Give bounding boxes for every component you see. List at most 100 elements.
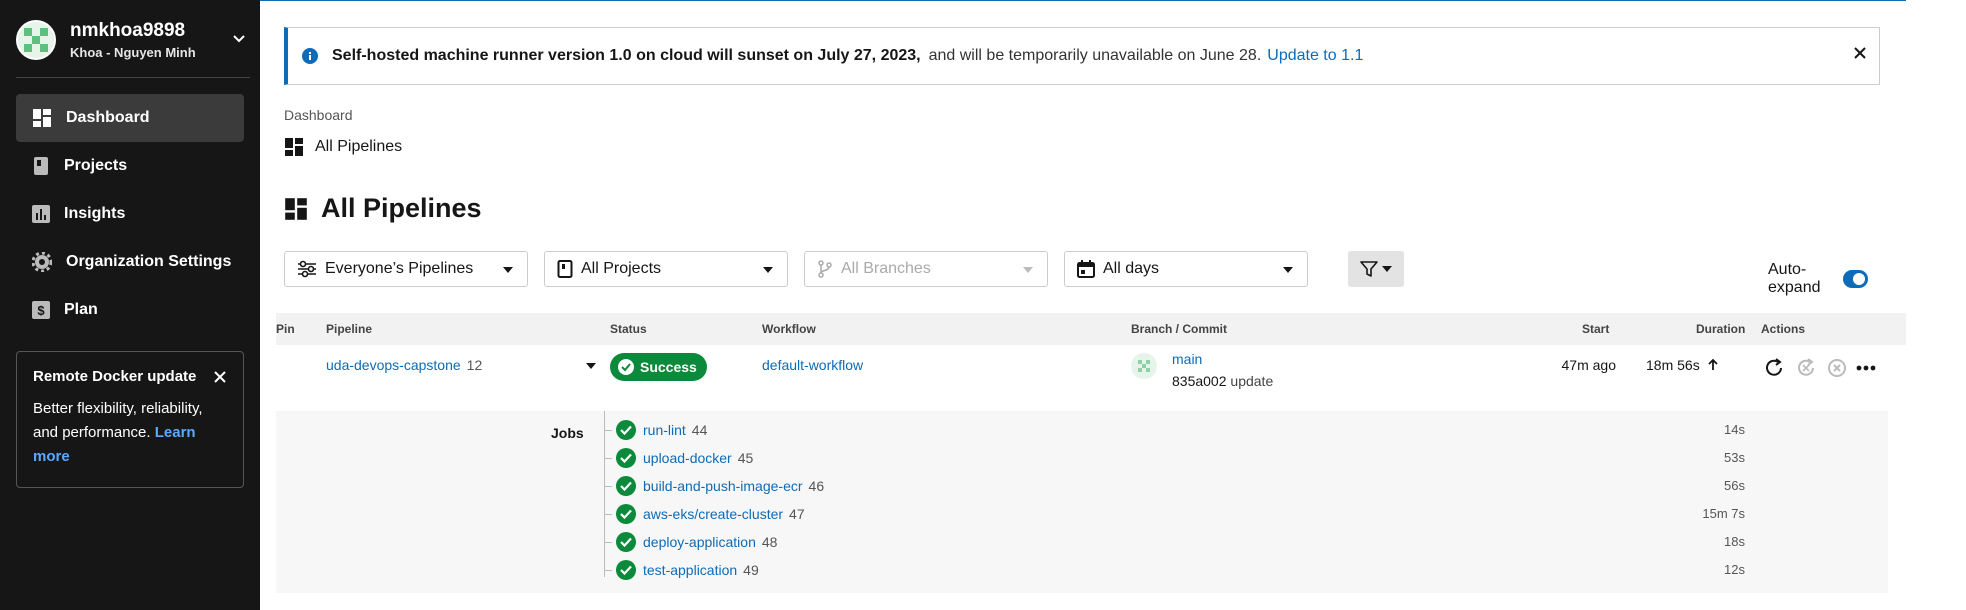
info-banner: Self-hosted machine runner version 1.0 o… <box>284 27 1880 85</box>
sidebar-item-label: Projects <box>64 157 128 174</box>
pipeline-number: 12 <box>466 357 483 373</box>
user-switcher[interactable]: nmkhoa9898 Khoa - Nguyen Minh <box>16 18 246 62</box>
job-link[interactable]: deploy-application <box>643 534 756 550</box>
bar-chart-icon <box>32 205 50 223</box>
caret-down-icon <box>503 267 513 273</box>
funnel-icon <box>1360 261 1378 277</box>
check-circle-icon <box>618 359 634 375</box>
dashboard-icon <box>285 138 303 156</box>
projects-select[interactable]: All Projects <box>544 251 788 287</box>
caret-down-icon <box>1023 267 1033 273</box>
book-icon <box>34 157 48 175</box>
col-workflow: Workflow <box>762 322 816 336</box>
job-duration: 12s <box>1724 562 1745 577</box>
check-circle-icon <box>616 476 636 496</box>
dollar-icon: $ <box>32 301 50 319</box>
col-branch-commit: Branch / Commit <box>1131 322 1228 336</box>
check-circle-icon <box>616 420 636 440</box>
job-link[interactable]: aws-eks/create-cluster <box>643 506 783 522</box>
days-select[interactable]: All days <box>1064 251 1308 287</box>
col-actions: Actions <box>1761 322 1806 336</box>
sidebar-item-label: Dashboard <box>66 109 150 126</box>
col-status: Status <box>610 322 647 336</box>
close-icon[interactable] <box>213 370 227 384</box>
pipeline-cell: uda-devops-capstone 12 <box>326 357 482 373</box>
breadcrumb-current: All Pipelines <box>284 137 402 157</box>
job-link[interactable]: run-lint <box>643 422 686 438</box>
job-number: 48 <box>761 534 778 550</box>
duration-cell: 18m 56s <box>1646 357 1718 373</box>
more-actions-icon[interactable] <box>1856 365 1876 371</box>
sidebar-item-dashboard[interactable]: Dashboard <box>16 94 244 142</box>
sidebar-item-insights[interactable]: Insights <box>16 190 244 238</box>
job-item: aws-eks/create-cluster 47 <box>604 503 805 525</box>
job-duration: 53s <box>1724 450 1745 465</box>
caret-down-icon <box>1382 266 1392 272</box>
check-circle-icon <box>616 532 636 552</box>
breadcrumb-parent[interactable]: Dashboard <box>284 107 353 123</box>
breadcrumb-current-label: All Pipelines <box>315 138 403 155</box>
job-number: 47 <box>789 506 805 522</box>
pipelines-select[interactable]: Everyone’s Pipelines <box>284 251 528 287</box>
job-link[interactable]: test-application <box>643 562 737 578</box>
commit-info: 835a002 update <box>1172 373 1273 389</box>
sidebar-item-plan[interactable]: $ Plan <box>16 286 244 334</box>
job-number: 49 <box>743 562 759 578</box>
dashboard-icon <box>33 109 51 127</box>
job-item: run-lint 44 <box>603 419 708 441</box>
pipeline-row: uda-devops-capstone 12 Success default-wo… <box>276 345 1906 399</box>
auto-expand-toggle[interactable] <box>1843 270 1869 288</box>
col-duration: Duration <box>1696 322 1746 336</box>
workflow-link[interactable]: default-workflow <box>762 357 863 373</box>
auto-expand: Auto-expand <box>1768 261 1869 297</box>
caret-down-icon <box>1283 267 1293 273</box>
user-full-name: Khoa - Nguyen Minh <box>70 45 196 60</box>
branches-select[interactable]: All Branches <box>804 251 1048 287</box>
sidebar-divider <box>16 77 250 78</box>
job-item: deploy-application 48 <box>603 531 778 553</box>
rerun-failed-icon[interactable] <box>1795 357 1817 379</box>
col-pipeline: Pipeline <box>326 322 373 336</box>
check-circle-icon <box>616 560 636 580</box>
sidebar-item-label: Organization Settings <box>66 253 232 270</box>
expand-caret-icon[interactable] <box>586 363 596 369</box>
pipeline-link[interactable]: uda-devops-capstone <box>326 357 461 373</box>
calendar-icon <box>1077 260 1095 278</box>
commit-hash[interactable]: 835a002 <box>1172 373 1227 389</box>
sidebar-item-organization-settings[interactable]: Organization Settings <box>16 238 244 286</box>
chevron-down-icon[interactable] <box>232 32 246 51</box>
job-duration: 14s <box>1724 422 1745 437</box>
commit-message: update <box>1230 373 1274 389</box>
status-badge[interactable]: Success <box>610 353 707 381</box>
job-link[interactable]: build-and-push-image-ecr <box>643 478 803 494</box>
main-content: Self-hosted machine runner version 1.0 o… <box>260 0 1906 610</box>
rerun-icon[interactable] <box>1763 357 1785 379</box>
duration-text: 18m 56s <box>1646 357 1700 373</box>
cancel-icon[interactable] <box>1827 358 1847 378</box>
close-icon[interactable] <box>1853 46 1867 60</box>
job-number: 46 <box>808 478 825 494</box>
status-text: Success <box>640 359 697 375</box>
gear-icon <box>32 252 52 272</box>
job-link[interactable]: upload-docker <box>643 450 732 466</box>
job-duration: 18s <box>1724 534 1745 549</box>
jobs-label: Jobs <box>551 425 584 441</box>
user-name: nmkhoa9898 <box>70 20 186 41</box>
info-icon <box>302 48 318 64</box>
days-select-value: All days <box>1103 260 1160 277</box>
sidebar-item-projects[interactable]: Projects <box>16 142 244 190</box>
auto-expand-label: Auto-expand <box>1768 261 1821 296</box>
jobs-tree-line <box>604 411 605 577</box>
remote-docker-promo: Remote Docker update Better flexibility,… <box>16 351 244 488</box>
job-duration: 56s <box>1724 478 1745 493</box>
page-title-text: All Pipelines <box>321 193 482 223</box>
advanced-filter-button[interactable] <box>1348 251 1404 287</box>
page-title: All Pipelines <box>284 193 482 224</box>
update-link[interactable]: Update to 1.1 <box>1267 47 1363 65</box>
pipelines-select-value: Everyone’s Pipelines <box>325 260 474 277</box>
branch-link[interactable]: main <box>1172 351 1202 367</box>
arrow-up-icon <box>1707 358 1718 370</box>
sidebar: nmkhoa9898 Khoa - Nguyen Minh Dashboard … <box>0 0 260 610</box>
start-time: 47m ago <box>1561 357 1616 373</box>
job-number: 44 <box>691 422 708 438</box>
